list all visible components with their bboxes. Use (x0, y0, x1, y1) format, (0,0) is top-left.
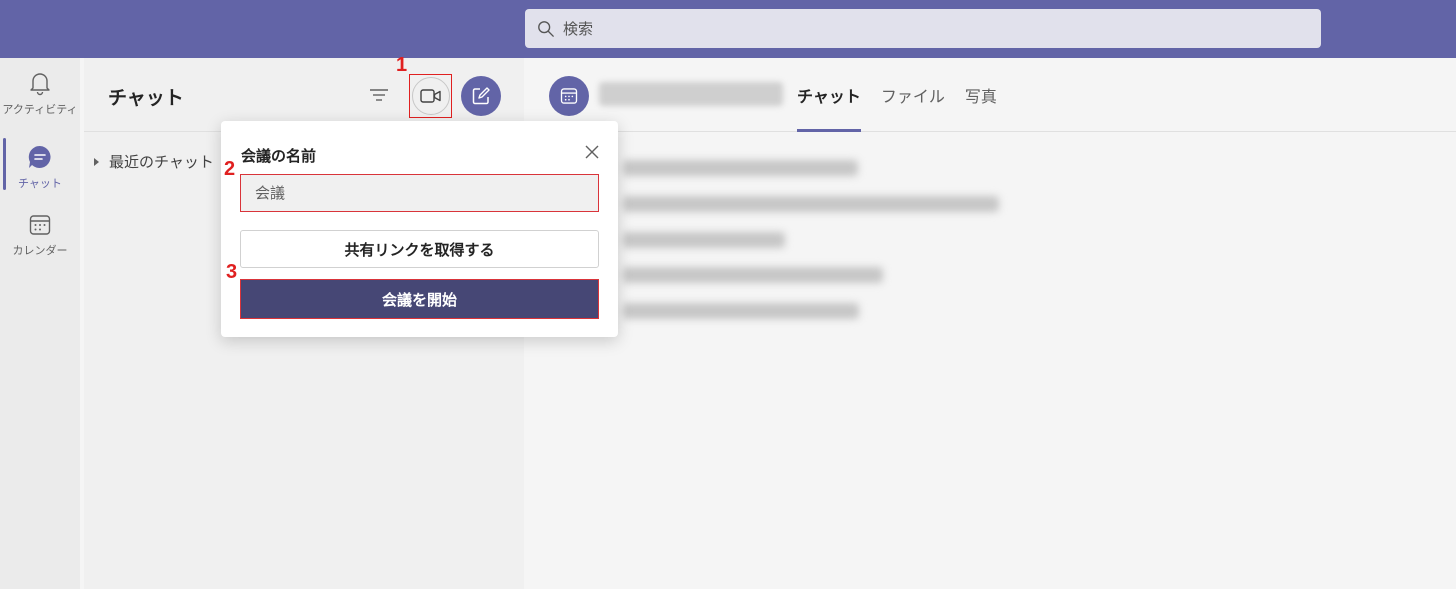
meet-now-dialog: 会議の名前 共有リンクを取得する 会議を開始 (221, 121, 618, 337)
meet-now-button[interactable] (409, 74, 452, 118)
filter-icon (370, 89, 388, 101)
app-rail: アクティビティ チャット カレンダー (0, 58, 80, 589)
recent-chats-label: 最近のチャット (109, 153, 214, 171)
main-header: チャット ファイル 写真 (525, 58, 1456, 132)
rail-item-calendar[interactable]: カレンダー (0, 201, 80, 263)
rail-item-chat[interactable]: チャット (0, 132, 80, 194)
main-tabs: チャット ファイル 写真 (797, 58, 1007, 132)
blurred-message (623, 267, 883, 283)
meeting-avatar (549, 76, 589, 116)
step-marker-3: 3 (226, 261, 238, 283)
calendar-icon (560, 88, 578, 104)
search-box[interactable] (525, 9, 1321, 48)
get-share-link-button[interactable]: 共有リンクを取得する (240, 230, 599, 268)
dialog-title: 会議の名前 (241, 147, 317, 165)
close-icon (585, 145, 599, 159)
search-icon (538, 20, 554, 37)
top-bar (0, 0, 1456, 58)
rail-item-label: アクティビティ (2, 103, 78, 116)
bell-icon (30, 73, 50, 96)
chat-list-title: チャット (108, 87, 184, 109)
meeting-name-input[interactable] (240, 174, 599, 212)
main-pane: チャット ファイル 写真 (525, 58, 1456, 589)
video-camera-icon (419, 89, 441, 103)
compose-icon (472, 87, 490, 105)
meet-now-button-ring (411, 77, 450, 115)
recent-chats-toggle[interactable]: 最近のチャット (94, 151, 214, 172)
caret-right-icon (94, 157, 99, 166)
close-button[interactable] (583, 143, 601, 161)
rail-item-activity[interactable]: アクティビティ (0, 58, 80, 120)
tab-photos[interactable]: 写真 (955, 58, 1007, 132)
rail-item-label: チャット (18, 177, 62, 190)
blurred-message (623, 160, 858, 176)
tab-files[interactable]: ファイル (871, 58, 955, 132)
blurred-message (623, 196, 999, 212)
calendar-icon (29, 215, 51, 235)
new-chat-button[interactable] (461, 76, 501, 116)
rail-item-label: カレンダー (12, 244, 68, 257)
filter-button[interactable] (367, 83, 391, 107)
search-input[interactable] (563, 19, 1263, 38)
blurred-message (623, 303, 859, 319)
step-marker-1: 1 (396, 54, 408, 76)
blurred-message (623, 232, 785, 248)
blurred-meeting-title (599, 82, 783, 106)
step-marker-2: 2 (224, 158, 236, 180)
tab-chat[interactable]: チャット (797, 58, 871, 132)
start-meeting-button[interactable]: 会議を開始 (240, 279, 599, 319)
chat-icon (28, 145, 51, 168)
